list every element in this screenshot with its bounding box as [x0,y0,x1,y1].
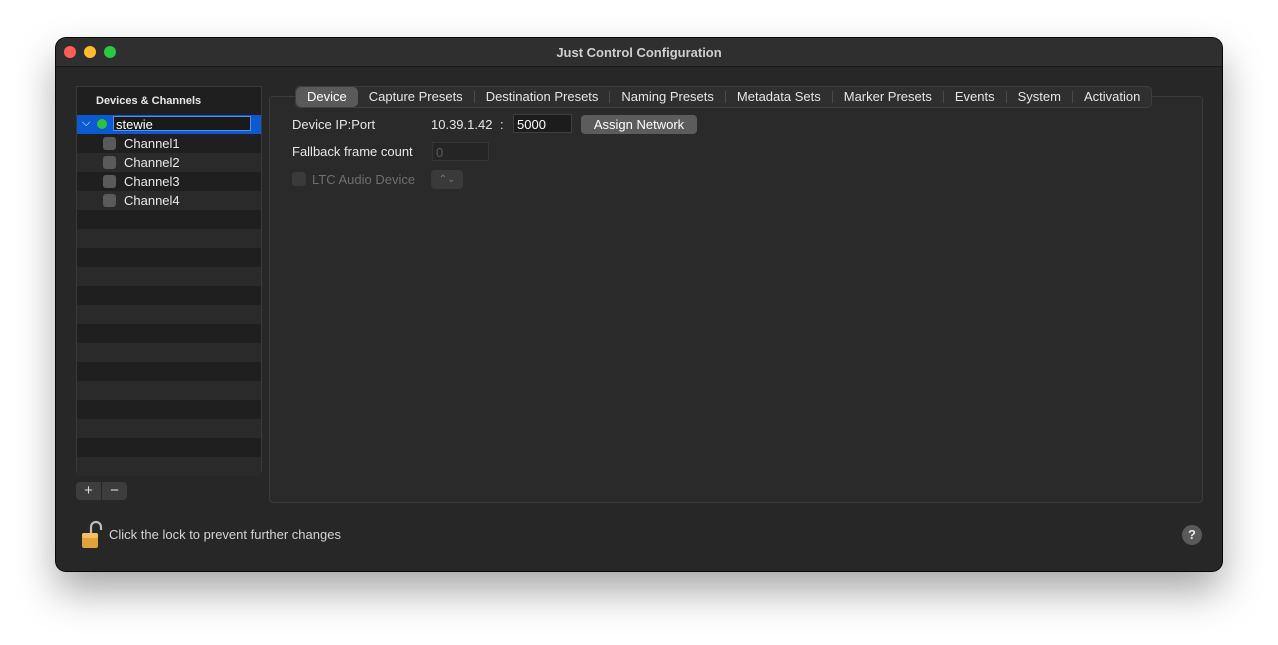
tab-activation[interactable]: Activation [1073,87,1151,107]
window-title: Just Control Configuration [556,45,722,60]
ltc-audio-device-checkbox[interactable] [292,172,306,186]
fallback-frame-count-input[interactable]: 0 [432,142,489,161]
empty-row [77,267,261,286]
empty-row [77,286,261,305]
empty-row [77,400,261,419]
devices-channels-list: Devices & Channels ⌵ stewie Channel1 Cha… [76,86,262,476]
tab-naming-presets[interactable]: Naming Presets [610,87,724,107]
channel-row[interactable]: Channel3 [77,172,261,191]
ip-port-separator: : [500,117,504,132]
tab-marker-presets[interactable]: Marker Presets [833,87,943,107]
empty-row [77,457,261,476]
empty-row [77,248,261,267]
empty-row [77,343,261,362]
title-bar: Just Control Configuration [56,38,1222,67]
channel-label: Channel2 [124,155,180,170]
tab-bar: Device Capture Presets Destination Prese… [295,86,1153,108]
tab-system[interactable]: System [1007,87,1072,107]
ltc-audio-device-popup[interactable]: ⌃⌄ [431,170,463,189]
fallback-frame-count-label: Fallback frame count [292,144,413,159]
add-button[interactable]: + [76,482,101,500]
channel-checkbox[interactable] [103,194,116,207]
add-remove-control: + − [76,482,127,500]
empty-row [77,324,261,343]
channel-checkbox[interactable] [103,156,116,169]
empty-row [77,438,261,457]
empty-row [77,362,261,381]
chevron-down-icon[interactable]: ⌵ [82,117,90,130]
status-indicator [97,119,107,129]
main-window: Just Control Configuration Devices & Cha… [56,38,1222,571]
tab-destination-presets[interactable]: Destination Presets [475,87,610,107]
channel-label: Channel4 [124,193,180,208]
channel-label: Channel3 [124,174,180,189]
channel-label: Channel1 [124,136,180,151]
ip-port-label: Device IP:Port [292,117,376,132]
channel-row[interactable]: Channel1 [77,134,261,153]
remove-button[interactable]: − [102,482,127,500]
channel-row[interactable]: Channel2 [77,153,261,172]
empty-row [77,419,261,438]
port-input[interactable]: 5000 [513,114,572,133]
channel-row[interactable]: Channel4 [77,191,261,210]
popup-chevron-icon: ⌃⌄ [438,174,456,185]
empty-row [77,305,261,324]
help-button[interactable]: ? [1182,525,1202,545]
tab-capture-presets[interactable]: Capture Presets [358,87,474,107]
lock-status-text: Click the lock to prevent further change… [109,527,341,542]
tab-device[interactable]: Device [296,87,358,107]
assign-network-button[interactable]: Assign Network [581,115,697,134]
ltc-audio-device-label: LTC Audio Device [312,172,416,187]
empty-row [77,210,261,229]
empty-row [77,229,261,248]
ip-address-value: 10.39.1.42 [431,117,493,132]
channel-checkbox[interactable] [103,175,116,188]
sidebar-header: Devices & Channels [96,95,202,107]
empty-row [77,381,261,400]
tab-events[interactable]: Events [944,87,1006,107]
tab-metadata-sets[interactable]: Metadata Sets [726,87,832,107]
channel-checkbox[interactable] [103,137,116,150]
device-row[interactable]: ⌵ stewie [77,115,261,134]
device-name-input[interactable]: stewie [113,116,251,132]
lock-icon[interactable] [81,520,103,550]
